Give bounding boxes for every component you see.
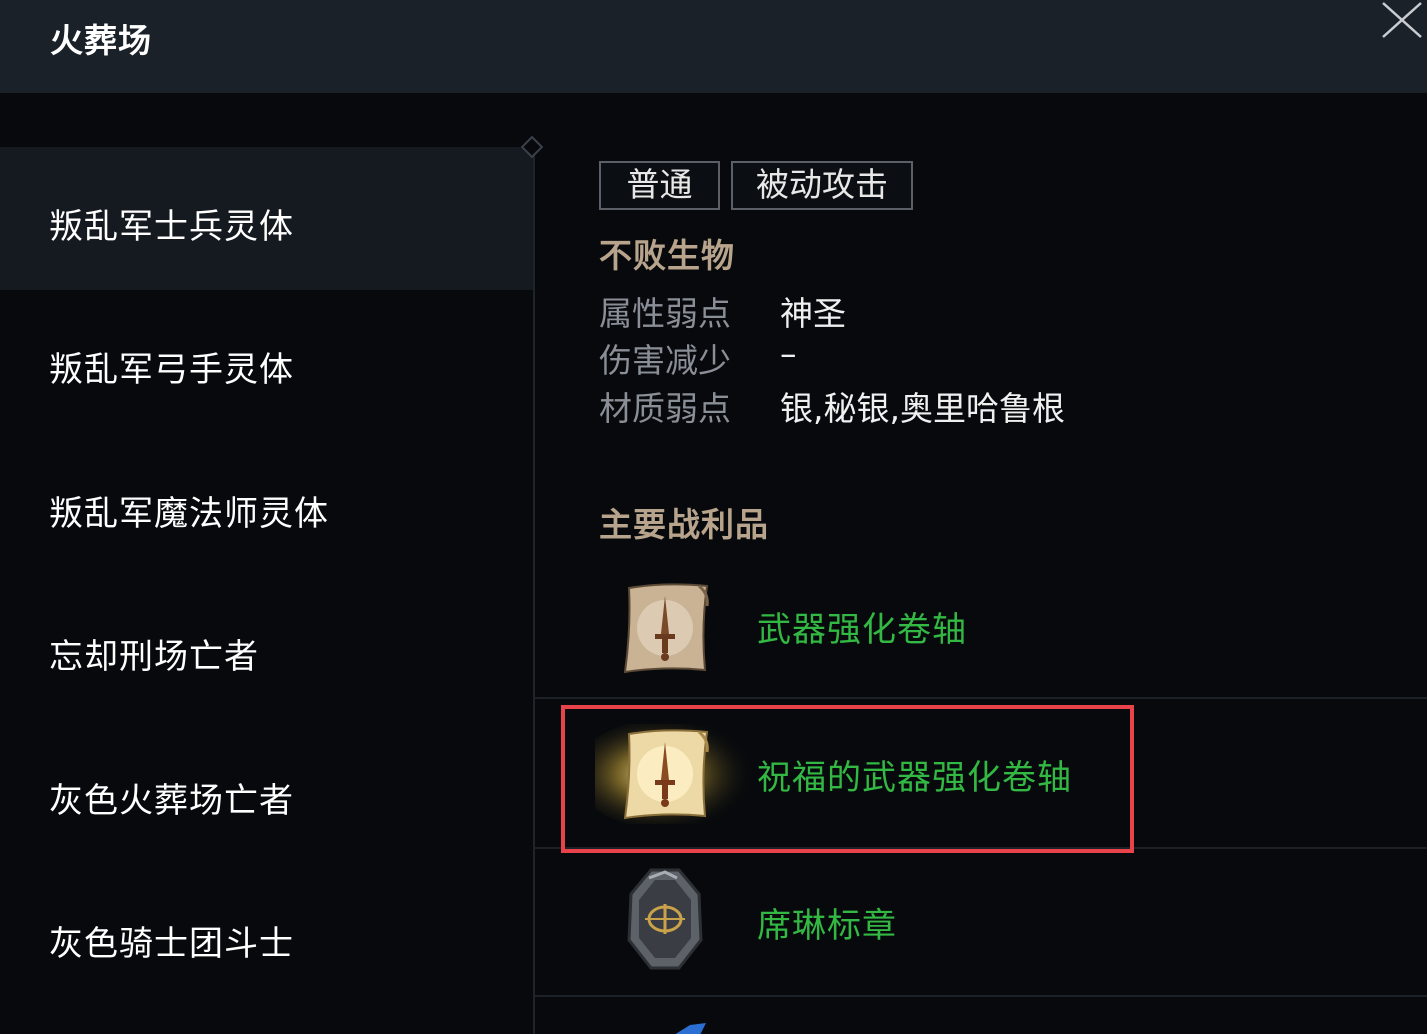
shilen-emblem-icon	[615, 864, 715, 970]
monster-list-item[interactable]: 忘却刑场亡者	[0, 577, 533, 720]
attribute-label: 材质弱点	[599, 389, 731, 428]
attribute-value: –	[780, 334, 797, 373]
loot-separator	[535, 995, 1427, 997]
weapon-scroll-icon	[615, 578, 715, 678]
monster-list-item[interactable]: 叛乱军士兵灵体	[0, 147, 533, 290]
monster-name: 忘却刑场亡者	[49, 637, 259, 677]
monster-list: 叛乱军士兵灵体 叛乱军弓手灵体 叛乱军魔法师灵体 忘却刑场亡者 灰色火葬场亡者 …	[0, 93, 533, 1034]
window-header: 火葬场	[0, 0, 1427, 93]
monster-name: 灰色火葬场亡者	[49, 781, 294, 821]
rank-tag: 普通	[599, 161, 720, 210]
monster-category: 不败生物	[599, 236, 735, 275]
monster-name: 叛乱军士兵灵体	[49, 207, 294, 247]
loot-item[interactable]: 武器强化卷轴	[535, 552, 1427, 700]
loot-name: 祝福的武器强化卷轴	[757, 758, 1072, 798]
aggression-tag: 被动攻击	[731, 161, 913, 210]
monster-list-item[interactable]: 灰色骑士团斗士	[0, 864, 533, 1007]
monster-list-item[interactable]: 灰色火葬场亡者	[0, 721, 533, 864]
attribute-label: 属性弱点	[599, 294, 731, 333]
monster-list-item[interactable]: 叛乱军弓手灵体	[0, 290, 533, 433]
loot-separator	[535, 697, 1427, 699]
loot-name: 武器强化卷轴	[757, 610, 967, 650]
loot-separator	[535, 847, 1427, 849]
loot-name: 席琳标章	[757, 906, 897, 946]
loot-item[interactable]: 祝福的武器强化卷轴	[535, 700, 1427, 848]
attribute-value: 银,秘银,奥里哈鲁根	[780, 389, 1065, 428]
blessed-weapon-scroll-icon	[575, 719, 755, 829]
loot-item[interactable]: 席琳标章	[535, 850, 1427, 998]
loot-section-title: 主要战利品	[599, 505, 769, 544]
attribute-value: 神圣	[780, 294, 846, 333]
next-loot-icon	[670, 1020, 710, 1034]
monster-list-item[interactable]: 叛乱军魔法师灵体	[0, 434, 533, 577]
attribute-label: 伤害减少	[599, 341, 731, 380]
monster-name: 叛乱军弓手灵体	[49, 350, 294, 390]
monster-name: 叛乱军魔法师灵体	[49, 494, 329, 534]
monster-detail-panel: 普通 被动攻击 不败生物 属性弱点 神圣 伤害减少 – 材质弱点 银,秘银,奥里…	[535, 93, 1427, 1034]
window-title: 火葬场	[50, 21, 152, 60]
monster-name: 灰色骑士团斗士	[49, 924, 294, 964]
close-icon[interactable]	[1378, 0, 1424, 40]
